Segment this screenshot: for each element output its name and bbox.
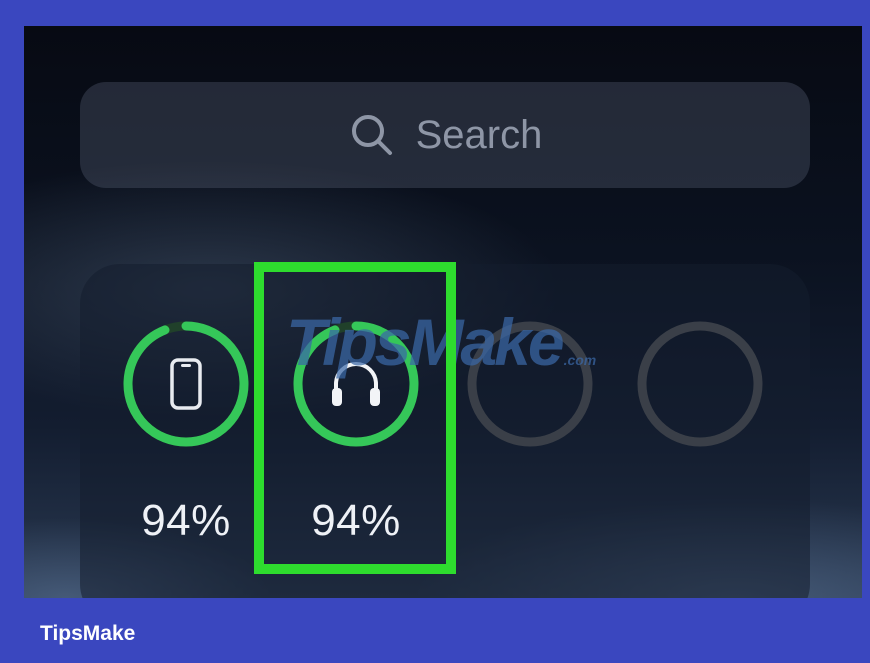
iphone-battery-percent: 94% — [141, 496, 231, 545]
iphone-screen: Search 94% 94% TipsMake .com — [24, 26, 862, 598]
search-bar[interactable]: Search — [80, 82, 810, 188]
watermark-suffix: .com — [563, 352, 597, 368]
iphone-icon — [170, 358, 202, 410]
empty-battery-slot — [634, 318, 766, 450]
search-icon — [351, 115, 392, 155]
search-placeholder: Search — [415, 112, 543, 157]
iphone-battery-ring[interactable] — [120, 318, 252, 450]
empty-ring — [637, 321, 763, 447]
headphones-highlight-box — [254, 262, 456, 574]
brand-label: TipsMake — [40, 622, 136, 645]
